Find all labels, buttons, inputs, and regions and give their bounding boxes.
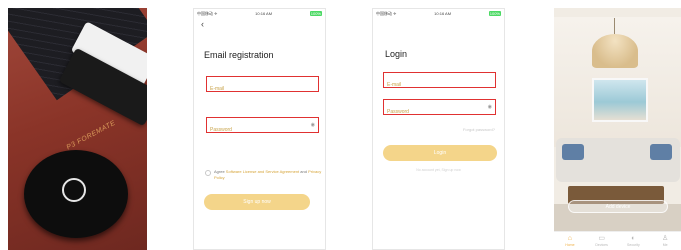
- wall-painting: [592, 78, 648, 122]
- license-link[interactable]: Software License and Service Agreement: [226, 169, 299, 174]
- password-field[interactable]: ◉: [383, 99, 496, 119]
- status-bar: 中国移动 ✈ 10:16 AM 100%: [373, 9, 504, 18]
- home-screen: Add device ⌂ Home ▭ Devices ◐ Security ♙…: [554, 8, 681, 250]
- eye-icon[interactable]: ◉: [311, 122, 315, 128]
- signup-link[interactable]: No account yet, Sign up now: [373, 168, 504, 172]
- status-time: 10:16 AM: [255, 11, 273, 16]
- home-icon: ⌂: [567, 235, 572, 242]
- password-input[interactable]: [207, 123, 318, 137]
- password-input[interactable]: [384, 105, 495, 119]
- tab-devices-label: Devices: [595, 243, 608, 247]
- login-button[interactable]: Login: [383, 145, 497, 161]
- status-carrier: 中国移动 ✈: [376, 10, 397, 16]
- login-screen: 中国移动 ✈ 10:16 AM 100% Login ◉ Forgot pass…: [372, 8, 505, 250]
- email-field[interactable]: [206, 76, 319, 96]
- me-icon: ♙: [661, 235, 669, 242]
- agreement: Agree Software License and Service Agree…: [205, 169, 323, 181]
- status-carrier: 中国移动 ✈: [197, 10, 218, 16]
- agree-checkbox[interactable]: [205, 170, 211, 176]
- pillow-right: [650, 144, 672, 160]
- tab-home-label: Home: [565, 243, 575, 247]
- agree-prefix: Agree: [214, 169, 226, 174]
- status-time: 10:16 AM: [434, 11, 452, 16]
- lamp-shade: [592, 34, 638, 68]
- eye-icon[interactable]: ◉: [488, 104, 492, 110]
- registration-screen: 中国移动 ✈ 10:16 AM 100% ‹ Email registratio…: [193, 8, 326, 250]
- email-input[interactable]: [384, 78, 495, 92]
- tab-security[interactable]: ◐ Security: [619, 235, 647, 247]
- tab-bar: ⌂ Home ▭ Devices ◐ Security ♙ Me: [554, 231, 681, 250]
- tab-me-label: Me: [662, 243, 668, 247]
- status-battery: 100%: [488, 11, 501, 16]
- page-title: Email registration: [204, 50, 274, 60]
- security-icon: ◐: [631, 235, 636, 242]
- product-photo: P3 FOREMATE: [8, 8, 147, 250]
- devices-icon: ▭: [598, 235, 605, 242]
- add-device-button[interactable]: Add device: [568, 200, 668, 213]
- email-input[interactable]: [207, 82, 318, 96]
- password-field[interactable]: ◉: [206, 117, 319, 137]
- status-bar: 中国移动 ✈ 10:16 AM 100%: [194, 9, 325, 18]
- back-icon[interactable]: ‹: [201, 19, 204, 29]
- forgot-password-link[interactable]: Forgot password?: [463, 127, 495, 132]
- hub-ring-icon: [62, 178, 86, 202]
- page-title: Login: [385, 49, 408, 59]
- tab-devices[interactable]: ▭ Devices: [588, 235, 616, 247]
- agreement-text: Agree Software License and Service Agree…: [214, 169, 323, 181]
- lamp-cord: [614, 18, 615, 34]
- tab-me[interactable]: ♙ Me: [651, 235, 679, 247]
- email-field[interactable]: [383, 72, 496, 92]
- tab-security-label: Security: [627, 243, 640, 247]
- status-battery: 100%: [309, 11, 322, 16]
- tab-home[interactable]: ⌂ Home: [556, 235, 584, 247]
- signup-button[interactable]: Sign up now: [204, 194, 310, 210]
- pillow-left: [562, 144, 584, 160]
- agree-and: and: [299, 169, 309, 174]
